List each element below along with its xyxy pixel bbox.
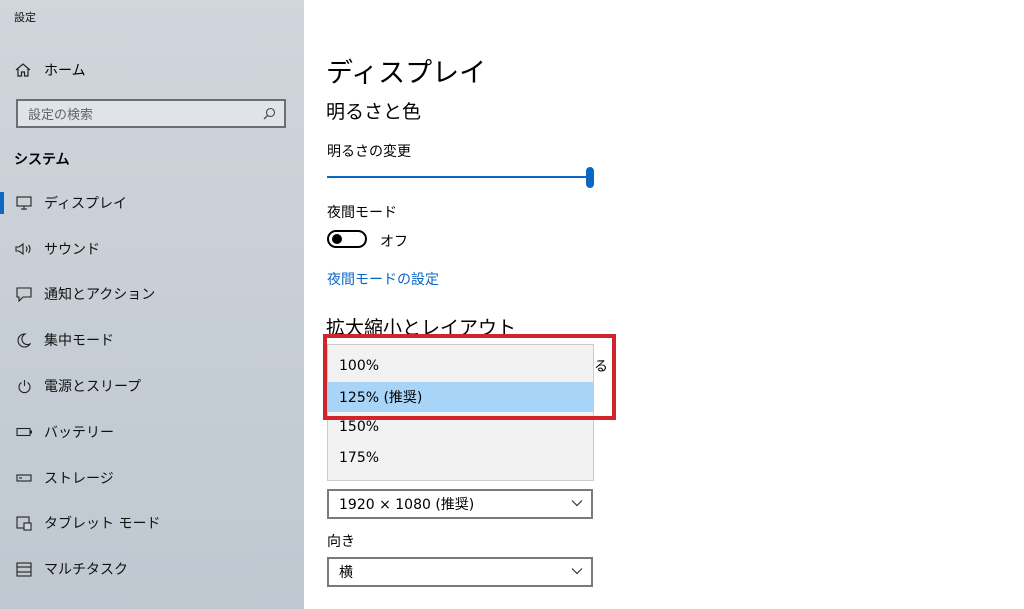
toggle-knob	[332, 234, 342, 244]
window-title: 設定	[14, 11, 36, 24]
chevron-down-icon	[571, 567, 583, 575]
sidebar-item-label: 集中モード	[44, 333, 114, 350]
speaker-icon	[14, 240, 34, 258]
orientation-value: 横	[339, 565, 353, 581]
night-mode-label: 夜間モード	[327, 205, 397, 221]
brightness-label: 明るさの変更	[327, 144, 411, 160]
settings-search-input[interactable]: 設定の検索	[16, 99, 286, 128]
brightness-slider-thumb[interactable]	[586, 167, 594, 188]
search-placeholder: 設定の検索	[28, 108, 94, 123]
resolution-dropdown[interactable]: 1920 × 1080 (推奨)	[327, 489, 593, 519]
sidebar-item-label: ストレージ	[44, 470, 114, 487]
home-label: ホーム	[44, 63, 86, 79]
notification-icon	[14, 285, 34, 303]
brightness-slider-track[interactable]	[327, 176, 591, 178]
sidebar-item-storage[interactable]: ストレージ	[0, 455, 304, 501]
sidebar-item-tablet-mode[interactable]: タブレット モード	[0, 501, 304, 547]
sidebar-item-label: タブレット モード	[44, 516, 161, 533]
sidebar-item-focus-mode[interactable]: 集中モード	[0, 317, 304, 363]
chevron-down-icon	[571, 499, 583, 507]
moon-icon	[14, 331, 34, 349]
scale-option-175[interactable]: 175%	[328, 443, 593, 473]
sidebar-item-label: マルチタスク	[44, 562, 128, 579]
search-icon	[263, 107, 276, 120]
sidebar-item-power-sleep[interactable]: 電源とスリープ	[0, 363, 304, 409]
tablet-icon	[14, 514, 34, 532]
storage-icon	[14, 469, 34, 487]
sidebar-item-notifications[interactable]: 通知とアクション	[0, 272, 304, 318]
power-icon	[14, 377, 34, 395]
sidebar-item-label: バッテリー	[44, 424, 114, 441]
orientation-label: 向き	[327, 534, 355, 550]
sidebar-nav: ディスプレイ サウンド 通知とアクション 集中モード 電源とスリープ バッテリー…	[0, 180, 304, 592]
night-mode-state: オフ	[380, 234, 408, 250]
sidebar-item-display[interactable]: ディスプレイ	[0, 180, 304, 226]
multitask-icon	[14, 560, 34, 578]
page-title: ディスプレイ	[326, 58, 487, 89]
sidebar: 設定 ホーム 設定の検索 システム ディスプレイ サウンド 通知とアクション 集…	[0, 0, 304, 609]
section-system-heading: システム	[14, 152, 70, 168]
resolution-value: 1920 × 1080 (推奨)	[339, 497, 475, 513]
orientation-dropdown[interactable]: 横	[327, 557, 593, 587]
sidebar-item-battery[interactable]: バッテリー	[0, 409, 304, 455]
sidebar-item-label: 電源とスリープ	[44, 379, 142, 396]
sidebar-item-multitasking[interactable]: マルチタスク	[0, 546, 304, 592]
sidebar-item-label: サウンド	[44, 241, 100, 258]
sidebar-item-label: ディスプレイ	[44, 195, 128, 212]
night-mode-settings-link[interactable]: 夜間モードの設定	[327, 269, 439, 289]
sidebar-item-sound[interactable]: サウンド	[0, 226, 304, 272]
home-icon	[14, 61, 34, 79]
brightness-section-heading: 明るさと色	[326, 101, 422, 123]
night-mode-toggle[interactable]	[327, 230, 367, 248]
home-nav[interactable]: ホーム	[14, 60, 86, 80]
annotation-highlight-box	[323, 334, 616, 420]
monitor-icon	[14, 194, 34, 212]
sidebar-item-label: 通知とアクション	[44, 287, 156, 304]
battery-icon	[14, 423, 34, 441]
display-settings-panel: ディスプレイ 明るさと色 明るさの変更 夜間モード オフ 夜間モードの設定 拡大…	[304, 0, 1024, 609]
